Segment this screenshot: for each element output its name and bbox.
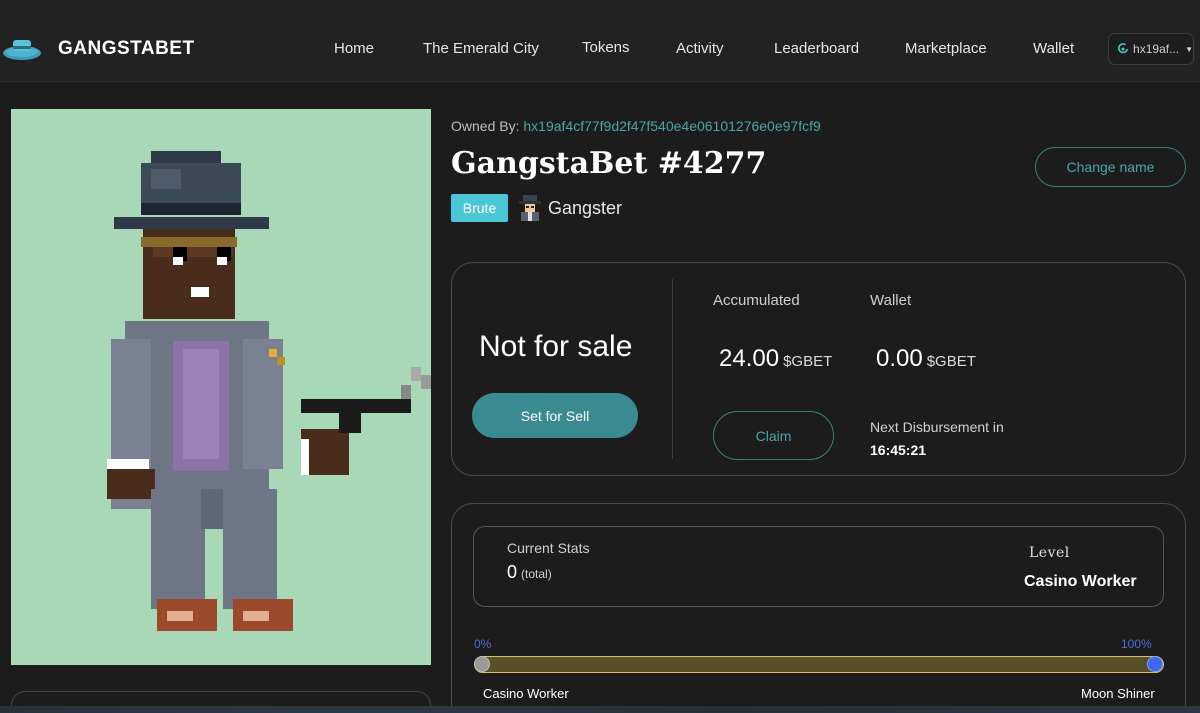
rank-start-label: Casino Worker (483, 686, 569, 701)
progress-start-marker (474, 656, 490, 672)
rank-end-label: Moon Shiner (1081, 686, 1155, 701)
level-label: Level (1029, 545, 1070, 561)
progress-start-label: 0% (474, 637, 492, 651)
claim-button[interactable]: Claim (713, 411, 834, 460)
sale-status: Not for sale (479, 330, 633, 363)
icon-logo-icon (1118, 43, 1129, 54)
fedora-hat-logo-icon[interactable] (2, 36, 42, 62)
next-disbursement-timer: 16:45:21 (870, 442, 927, 458)
set-for-sell-button[interactable]: Set for Sell (472, 393, 638, 438)
accumulated-amount: 24.00 $GBET (719, 345, 832, 373)
owner-line: Owned By: hx19af4cf77f9d2f47f540e4e06101… (451, 118, 821, 134)
nft-title: GangstaBet #4277 (451, 146, 767, 181)
stats-total-value: 0 (507, 562, 518, 582)
progress-end-label: 100% (1121, 637, 1152, 651)
wallet-amount: 0.00 $GBET (876, 345, 976, 373)
level-value: Casino Worker (1024, 573, 1137, 590)
current-stats-card (473, 526, 1164, 607)
nav-marketplace[interactable]: Marketplace (905, 40, 987, 57)
owned-by-label: Owned By: (451, 118, 520, 134)
chevron-down-icon: ▼ (1185, 44, 1193, 54)
accumulated-label: Accumulated (713, 292, 800, 309)
brand-name[interactable]: GANGSTABET (58, 38, 195, 60)
change-name-button[interactable]: Change name (1035, 147, 1186, 187)
wallet-label: Wallet (870, 292, 912, 309)
nft-image (11, 109, 431, 665)
nav-wallet[interactable]: Wallet (1033, 40, 1074, 57)
current-stats-label: Current Stats (507, 540, 590, 556)
wallet-value: 0.00 (876, 345, 923, 372)
class-badge: Brute (451, 194, 508, 222)
nav-leaderboard[interactable]: Leaderboard (774, 40, 859, 57)
current-stats-value: 0 (total) (507, 562, 552, 583)
accumulated-value: 24.00 (719, 345, 780, 372)
nav-activity[interactable]: Activity (676, 40, 724, 57)
wallet-dropdown-button[interactable]: hx19af... ▼ (1108, 33, 1194, 65)
top-nav-bar: GANGSTABET Home The Emerald City Tokens … (0, 0, 1200, 82)
wallet-unit: $GBET (926, 353, 976, 370)
gangster-pixel-art (107, 151, 431, 631)
role-label: Gangster (548, 198, 623, 218)
spy-icon (519, 195, 541, 221)
nav-emerald-city[interactable]: The Emerald City (423, 40, 539, 57)
nav-tokens[interactable]: Tokens (582, 39, 630, 56)
owner-address-link[interactable]: hx19af4cf77f9d2f47f540e4e06101276e0e97fc… (523, 118, 820, 134)
bottom-edge (0, 706, 1200, 713)
stats-total-suffix: (total) (521, 567, 552, 581)
progress-end-marker (1147, 656, 1163, 672)
panel-divider (672, 279, 673, 459)
nav-home[interactable]: Home (334, 40, 374, 57)
level-progress-fill (475, 657, 1163, 672)
next-disbursement-label: Next Disbursement in (870, 419, 1004, 435)
wallet-address-short: hx19af... (1133, 42, 1180, 56)
accumulated-unit: $GBET (783, 353, 833, 370)
level-progress-bar (474, 656, 1164, 673)
